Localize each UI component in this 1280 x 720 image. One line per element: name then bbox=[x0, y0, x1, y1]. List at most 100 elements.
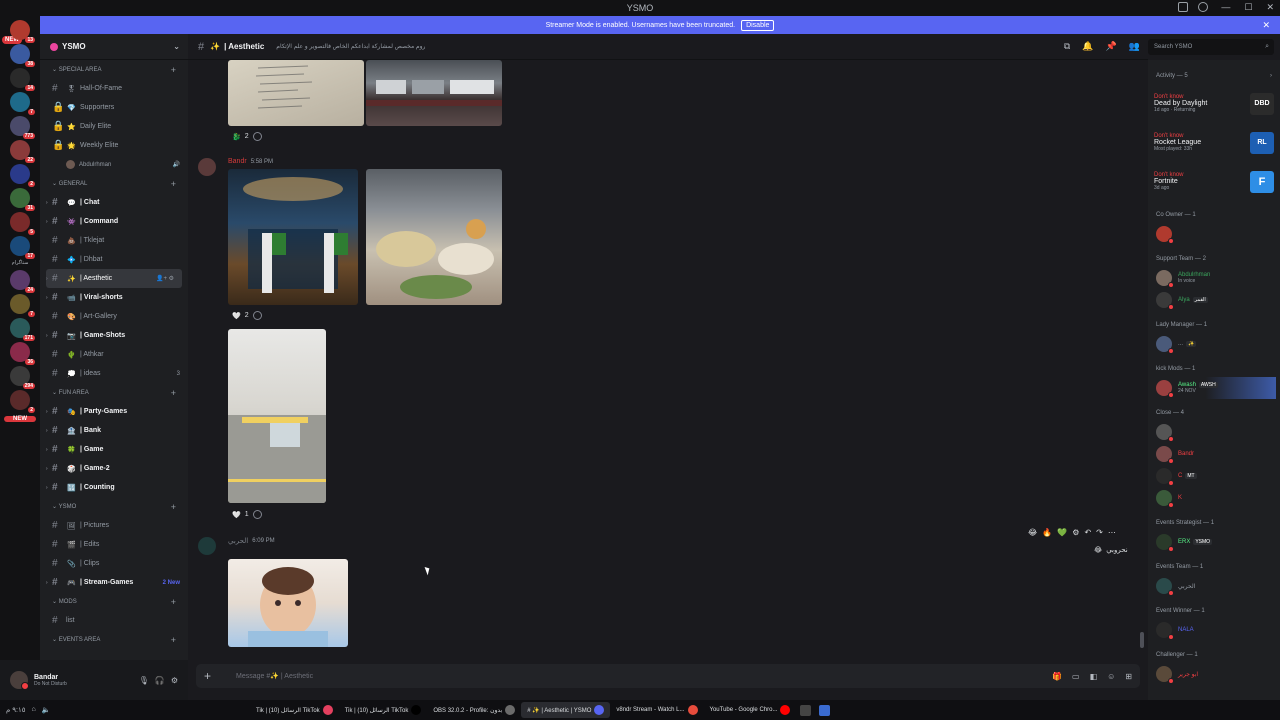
avatar[interactable] bbox=[198, 537, 216, 555]
voice-user[interactable]: Abdulrhman 🔊 bbox=[40, 155, 188, 174]
add-channel-icon[interactable]: + bbox=[171, 179, 176, 189]
channel-item[interactable]: # 💭 | ideas 3 bbox=[40, 364, 188, 383]
maximize-button[interactable]: ☐ bbox=[1244, 2, 1252, 13]
gear-icon[interactable]: 👤+ ⚙ bbox=[156, 275, 174, 282]
message-image[interactable] bbox=[228, 559, 348, 647]
threads-icon[interactable]: ⧉ bbox=[1064, 41, 1070, 52]
emoji-icon[interactable]: ☺ bbox=[1107, 672, 1115, 681]
taskbar-item[interactable]: Tik | الرسائل (10) TikTok bbox=[250, 702, 339, 718]
taskbar-item[interactable]: OBS 32.0.2 - Profile: بدون bbox=[427, 702, 521, 718]
channel-item[interactable]: › # 🍀 | Game bbox=[40, 440, 188, 459]
chevron-right-icon[interactable]: › bbox=[1270, 73, 1272, 79]
channel-item[interactable]: 🔒 🌟 Weekly Elite bbox=[40, 136, 188, 155]
activity-item[interactable]: Don't know Fortnite 3d ago F bbox=[1148, 162, 1280, 201]
member-item[interactable]: Bandr bbox=[1148, 443, 1280, 465]
taskbar-item[interactable]: YouTube - Google Chro... bbox=[704, 702, 797, 718]
heart-react-button[interactable]: 💚 bbox=[1057, 528, 1067, 537]
add-reaction-icon[interactable] bbox=[252, 132, 262, 141]
channel-item[interactable]: › # 🎮 | Stream-Games 2 New bbox=[40, 573, 188, 592]
server-icon[interactable]: 294 bbox=[10, 366, 35, 389]
member-item[interactable]: NALA bbox=[1148, 619, 1280, 641]
channel-item[interactable]: › # ✨ | Aesthetic 👤+ ⚙ bbox=[46, 269, 182, 288]
channel-item[interactable]: # 🎬 | Edits bbox=[40, 535, 188, 554]
server-icon[interactable]: 14 bbox=[10, 68, 35, 91]
attach-plus-icon[interactable]: + bbox=[204, 669, 222, 683]
microphone-icon[interactable]: 🎙 bbox=[139, 676, 149, 685]
channel-item[interactable]: # 🎖 Hall-Of-Fame bbox=[40, 79, 188, 98]
channel-item[interactable]: 🔒 ⭐ Daily Elite bbox=[40, 117, 188, 136]
server-icon[interactable]: 7 bbox=[10, 294, 35, 317]
message-composer[interactable]: + Message #✨ | Aesthetic 🎁 ▭ ◧ ☺ ⊞ bbox=[196, 664, 1140, 688]
message-image[interactable] bbox=[228, 60, 364, 126]
reaction-chip[interactable]: 🤍 1 bbox=[232, 510, 262, 519]
laugh-react-button[interactable]: 😂 bbox=[1028, 528, 1037, 537]
message-image[interactable] bbox=[366, 60, 502, 126]
inbox-icon[interactable] bbox=[1178, 2, 1188, 12]
forward-icon[interactable]: ↷ bbox=[1096, 528, 1103, 537]
category-header[interactable]: ⌄ EVENTS AREA + bbox=[40, 630, 188, 649]
channel-item[interactable]: › # 👾 | Command bbox=[40, 212, 188, 231]
category-header[interactable]: ⌄ YSMO + bbox=[40, 497, 188, 516]
close-icon[interactable]: ✕ bbox=[1262, 20, 1270, 31]
server-icon[interactable]: 36 bbox=[10, 342, 35, 365]
category-header[interactable]: ⌄ MODS + bbox=[40, 592, 188, 611]
add-reaction-icon[interactable] bbox=[252, 510, 262, 519]
channel-item[interactable]: # 💠 | Dhbat bbox=[40, 250, 188, 269]
add-channel-icon[interactable]: + bbox=[171, 597, 176, 607]
headphones-icon[interactable]: 🎧 bbox=[155, 676, 165, 685]
channel-item[interactable]: › # 📹 | Viral-shorts bbox=[40, 288, 188, 307]
task-view-icon[interactable] bbox=[800, 704, 812, 716]
activity-item[interactable]: Don't know Dead by Daylight 1d ago · Retur… bbox=[1148, 84, 1280, 123]
member-item[interactable] bbox=[1148, 223, 1280, 245]
add-channel-icon[interactable]: + bbox=[171, 388, 176, 398]
category-header[interactable]: ⌄ GENERAL + bbox=[40, 174, 188, 193]
minimize-button[interactable]: — bbox=[1221, 2, 1230, 13]
server-icon[interactable]: 22 bbox=[10, 140, 35, 163]
category-header[interactable]: ⌄ FUN AREA + bbox=[40, 383, 188, 402]
channel-item[interactable]: 🔒 💎 Supporters bbox=[40, 98, 188, 117]
gear-icon[interactable]: ⚙ bbox=[171, 676, 178, 685]
fire-react-button[interactable]: 🔥 bbox=[1042, 528, 1052, 537]
network-icon[interactable]: ⌂ bbox=[32, 706, 36, 714]
server-icon[interactable]: 2 bbox=[10, 164, 35, 187]
add-reaction-icon[interactable] bbox=[252, 311, 262, 320]
more-icon[interactable]: ⋯ bbox=[1108, 528, 1116, 537]
gif-icon[interactable]: ▭ bbox=[1072, 672, 1080, 681]
message-image[interactable] bbox=[228, 329, 326, 503]
channel-item[interactable]: › # 💬 | Chat bbox=[40, 193, 188, 212]
member-item[interactable]: ERX YSMO bbox=[1148, 531, 1280, 553]
server-icon[interactable]: 24 bbox=[10, 270, 35, 293]
pin-icon[interactable]: 📌 bbox=[1106, 41, 1117, 52]
server-icon[interactable]: 38 bbox=[10, 44, 35, 67]
scrollbar-thumb[interactable] bbox=[1140, 632, 1144, 648]
server-icon[interactable]: 5 bbox=[10, 212, 35, 235]
add-channel-icon[interactable]: + bbox=[171, 502, 176, 512]
bell-icon[interactable]: 🔔 bbox=[1082, 41, 1093, 52]
member-item[interactable]: Abdulrhman In voice bbox=[1148, 267, 1280, 289]
help-icon[interactable] bbox=[1198, 2, 1208, 12]
taskbar-item[interactable]: Tik | الرسائل (10) TikTok bbox=[339, 702, 428, 718]
taskbar-item[interactable]: # ✨ | Aesthetic | YSMO bbox=[521, 702, 611, 718]
server-icon[interactable]: 171 bbox=[10, 318, 35, 341]
server-icon[interactable]: 7 bbox=[10, 92, 35, 115]
message-author[interactable]: Bandr bbox=[228, 158, 247, 165]
members-icon[interactable]: 👥 bbox=[1129, 41, 1140, 52]
channel-item[interactable]: # 🖼 | Pictures bbox=[40, 516, 188, 535]
server-icon[interactable]: 31 bbox=[10, 188, 35, 211]
channel-item[interactable]: # 🌵 | Athkar bbox=[40, 345, 188, 364]
gift-icon[interactable]: 🎁 bbox=[1052, 672, 1062, 681]
add-channel-icon[interactable]: + bbox=[171, 65, 176, 75]
channel-item[interactable]: › # 🎲 | Game-2 bbox=[40, 459, 188, 478]
reaction-chip[interactable]: 🐉 2 bbox=[232, 132, 262, 141]
windows-start-icon[interactable] bbox=[819, 704, 831, 716]
member-item[interactable]: Awash AWSH 24 NOV bbox=[1148, 377, 1276, 399]
server-icon[interactable]: 13 bbox=[10, 20, 35, 43]
apps-icon[interactable]: ⊞ bbox=[1125, 672, 1132, 681]
message-author[interactable]: الحربي bbox=[228, 537, 248, 545]
avatar[interactable] bbox=[10, 671, 29, 690]
member-item[interactable]: الحربي bbox=[1148, 575, 1280, 597]
server-icon[interactable]: 773 bbox=[10, 116, 35, 139]
avatar[interactable] bbox=[198, 158, 216, 176]
member-item[interactable]: ابو جرير bbox=[1148, 663, 1280, 685]
message-input[interactable]: Message #✨ | Aesthetic bbox=[236, 672, 313, 680]
